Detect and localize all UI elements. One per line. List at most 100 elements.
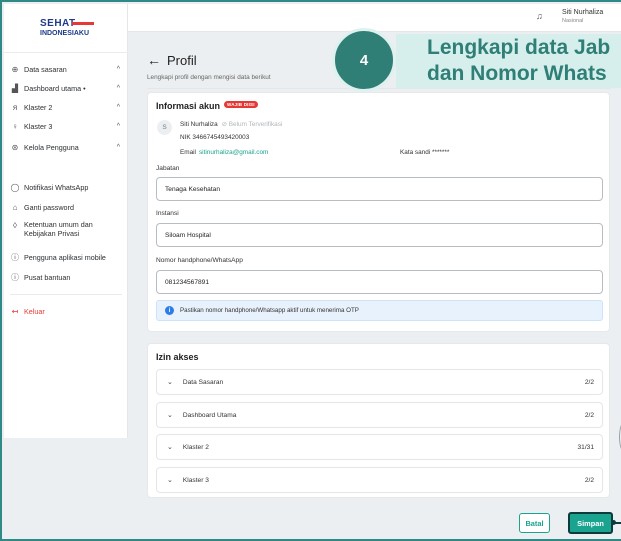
cancel-button[interactable]: Batal xyxy=(519,513,550,533)
sidebar-item-label: Dashboard utama • xyxy=(24,83,86,93)
phone-field[interactable]: 081234567891 xyxy=(156,270,603,294)
sidebar-link-label-2: Kebijakan Privasi xyxy=(24,229,80,238)
sidebar-link-pusat-bantuan[interactable]: ⓘ Pusat bantuan xyxy=(4,268,128,286)
group-icon: ᴙ xyxy=(12,102,18,112)
sidebar-link-label: Ketentuan umum dan xyxy=(24,220,93,229)
permission-row-klaster-3[interactable]: ⌄ Klaster 3 2/2 xyxy=(156,467,603,493)
chevron-up-icon: ^ xyxy=(116,143,120,151)
permission-count: 2/2 xyxy=(584,378,594,386)
brand-logo: SEHAT INDONESIAKU xyxy=(40,18,96,37)
jabatan-value: Tenaga Kesehatan xyxy=(165,185,220,193)
account-section-title: Informasi akun xyxy=(156,101,221,111)
chevron-down-icon: ⌄ xyxy=(167,444,173,451)
chevron-up-icon: ^ xyxy=(116,103,120,111)
account-nik: NIK 3466745493420003 xyxy=(180,134,250,141)
person-icon: ♀ xyxy=(12,121,18,131)
save-button[interactable]: Simpan xyxy=(568,512,613,534)
chevron-up-icon: ^ xyxy=(116,122,120,130)
pointer-line xyxy=(613,522,621,524)
app-frame: SEHAT INDONESIAKU ⊕ Data sasaran ^ ▟ Das… xyxy=(0,0,621,541)
sidebar-link-ketentuan[interactable]: ◊ Ketentuan umum dan Kebijakan Privasi xyxy=(4,220,128,244)
help-icon: ⓘ xyxy=(11,272,19,282)
sidebar-item-label: Data sasaran xyxy=(24,64,67,74)
page-header: ← Profil xyxy=(147,52,197,68)
sidebar-item-label: Klaster 2 xyxy=(24,102,53,112)
sidebar-link-label-wrap: Ketentuan umum dan Kebijakan Privasi xyxy=(24,220,93,238)
permission-label: Data Sasaran xyxy=(182,378,224,386)
email-value: sitinurhaliza@gmail.com xyxy=(198,149,269,156)
brand-line2: INDONESIAKU xyxy=(40,30,90,37)
sidebar-item-klaster-2[interactable]: ᴙ Klaster 2 ^ xyxy=(4,98,128,116)
chevron-down-icon: ⌄ xyxy=(167,379,173,386)
verify-status-text: Belum Terverifikasi xyxy=(228,121,283,128)
permission-row-data-sasaran[interactable]: ⌄ Data Sasaran 2/2 xyxy=(156,369,603,395)
chevron-up-icon: ^ xyxy=(116,65,120,73)
instansi-value: Siloam Hospital xyxy=(165,231,211,239)
page-title: Profil xyxy=(167,52,197,68)
permission-label: Klaster 2 xyxy=(182,443,209,451)
sidebar-link-ganti-password[interactable]: ⌂ Ganti password xyxy=(4,198,128,216)
permissions-title: Izin akses xyxy=(156,352,199,362)
sidebar-item-label: Kelola Pengguna xyxy=(24,142,79,152)
avatar: S xyxy=(157,120,172,135)
permission-label: Dashboard Utama xyxy=(182,411,237,419)
permission-count: 31/31 xyxy=(577,443,594,451)
info-icon: ⓘ xyxy=(11,252,19,262)
sidebar-item-klaster-3[interactable]: ♀ Klaster 3 ^ xyxy=(4,117,128,135)
info-icon: i xyxy=(165,306,174,315)
permission-count: 2/2 xyxy=(584,411,594,419)
brand-bar xyxy=(72,22,94,25)
step-text-line2: dan Nomor Whats xyxy=(427,62,607,85)
phone-value: 081234567891 xyxy=(165,278,210,286)
sidebar-divider xyxy=(10,294,122,295)
permission-row-dashboard-utama[interactable]: ⌄ Dashboard Utama 2/2 xyxy=(156,402,603,428)
required-badge: WAJIB DIISI xyxy=(224,101,258,108)
target-icon: ⊕ xyxy=(11,64,19,74)
back-arrow-icon[interactable]: ← xyxy=(147,52,161,68)
sidebar-link-notifikasi-whatsapp[interactable]: ◯ Notifikasi WhatsApp xyxy=(4,178,128,196)
permission-row-klaster-2[interactable]: ⌄ Klaster 2 31/31 xyxy=(156,434,603,460)
sidebar-link-label: Pusat bantuan xyxy=(24,272,71,282)
phone-label: Nomor handphone/WhatsApp xyxy=(156,257,243,264)
sidebar-link-label: Pengguna aplikasi mobile xyxy=(24,252,106,262)
email-label: Email xyxy=(180,149,196,156)
otp-info-banner: i Pastikan nomor handphone/Whatsapp akti… xyxy=(156,300,603,321)
verify-status: ⊘ Belum Terverifikasi xyxy=(222,121,283,128)
password-label: Kata sandi ******* xyxy=(400,149,450,156)
logout-button[interactable]: ↤ Keluar xyxy=(4,302,128,320)
otp-info-text: Pastikan nomor handphone/Whatsapp aktif … xyxy=(180,307,359,314)
chat-icon: ◯ xyxy=(10,182,20,192)
shield-icon: ◊ xyxy=(13,221,17,230)
sidebar-item-label: Klaster 3 xyxy=(24,121,53,131)
sidebar-item-dashboard-utama[interactable]: ▟ Dashboard utama • ^ xyxy=(4,79,128,97)
lock-icon: ⌂ xyxy=(12,202,18,212)
account-email-row: Email sitinurhaliza@gmail.com xyxy=(180,149,268,156)
chevron-up-icon: ^ xyxy=(116,84,120,92)
bell-icon[interactable]: ♫ xyxy=(536,11,543,21)
logout-icon: ↤ xyxy=(11,306,19,316)
account-name: Siti Nurhaliza xyxy=(180,121,218,128)
permission-count: 2/2 xyxy=(584,476,594,484)
step-text-line1: Lengkapi data Jab xyxy=(427,36,611,59)
sidebar: SEHAT INDONESIAKU ⊕ Data sasaran ^ ▟ Das… xyxy=(4,4,128,438)
permissions-card: Izin akses ⌄ Data Sasaran 2/2 ⌄ Dashboar… xyxy=(147,343,610,498)
jabatan-field[interactable]: Tenaga Kesehatan xyxy=(156,177,603,201)
user-role: Nasional xyxy=(562,18,584,24)
top-bar: ♫ Siti Nurhaliza Nasional xyxy=(128,4,621,32)
sidebar-link-label: Ganti password xyxy=(24,202,74,212)
instansi-field[interactable]: Siloam Hospital xyxy=(156,223,603,247)
sidebar-item-data-sasaran[interactable]: ⊕ Data sasaran ^ xyxy=(4,60,128,78)
sidebar-link-pengguna-mobile[interactable]: ⓘ Pengguna aplikasi mobile xyxy=(4,248,128,266)
logout-label: Keluar xyxy=(24,306,45,316)
account-card: Informasi akun WAJIB DIISI S Siti Nurhal… xyxy=(147,92,610,332)
chevron-down-icon: ⌄ xyxy=(167,412,173,419)
chart-icon: ▟ xyxy=(11,83,19,93)
page-subtitle: Lengkapi profil dengan mengisi data beri… xyxy=(147,74,271,81)
sidebar-link-label: Notifikasi WhatsApp xyxy=(24,182,89,192)
user-name[interactable]: Siti Nurhaliza xyxy=(562,9,603,16)
chevron-down-icon: ⌄ xyxy=(167,477,173,484)
sidebar-item-kelola-pengguna[interactable]: ⊛ Kelola Pengguna ^ xyxy=(4,138,128,156)
jabatan-label: Jabatan xyxy=(156,165,180,172)
user-cog-icon: ⊛ xyxy=(11,142,19,152)
step-number: 4 xyxy=(332,28,396,92)
